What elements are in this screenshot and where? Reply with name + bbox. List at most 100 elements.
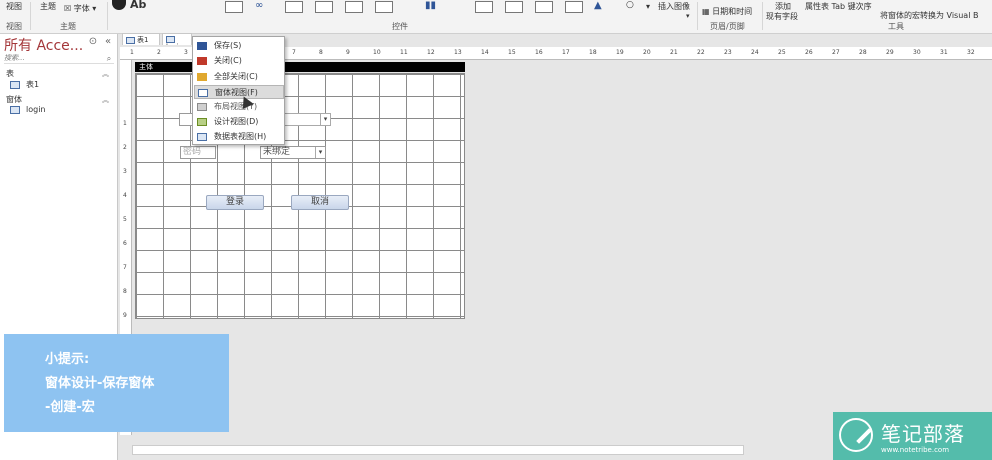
ruler-tick-label: 26 — [805, 49, 813, 56]
list-control-icon[interactable] — [345, 1, 363, 13]
nav-category-tables[interactable]: 表 — [6, 68, 14, 79]
more-controls-chevron-icon[interactable]: ▾ — [646, 2, 650, 11]
nav-pane-title[interactable]: 所有 Acce... — [4, 35, 83, 55]
table-icon — [10, 80, 20, 89]
ribbon-separator — [762, 2, 763, 30]
menu-item-label: 关闭(C) — [214, 56, 242, 65]
date-time-button[interactable]: ▦ 日期和时间 — [702, 6, 752, 17]
tab-control-icon[interactable] — [285, 1, 303, 13]
nav-menu-icon[interactable]: ⊙ — [88, 37, 98, 47]
nav-item-label: login — [26, 105, 46, 114]
ruler-tick-label: 1 — [130, 49, 134, 56]
ruler-tick-label: 27 — [832, 49, 840, 56]
menu-item-close[interactable]: 关闭(C) — [194, 54, 284, 68]
ruler-tick-label: 7 — [292, 49, 296, 56]
tab-context-menu: 保存(S) 关闭(C) 全部关闭(C) 窗体视图(F) 布局视图(Y) 设计视图… — [192, 36, 285, 145]
ruler-tick-label: 10 — [373, 49, 381, 56]
insert-image-dropdown-icon[interactable]: ▾ — [686, 12, 690, 20]
password-combo[interactable]: 未绑定 ▾ — [260, 146, 326, 159]
menu-item-label: 全部关闭(C) — [214, 72, 258, 81]
combo-control-icon[interactable] — [315, 1, 333, 13]
menu-item-save[interactable]: 保存(S) — [194, 39, 284, 53]
search-icon[interactable]: ⌕ — [104, 54, 114, 64]
ruler-tick-label: 32 — [967, 49, 975, 56]
cancel-button[interactable]: 取消 — [291, 195, 349, 210]
ruler-tick-label: 30 — [913, 49, 921, 56]
login-button[interactable]: 登录 — [206, 195, 264, 210]
ruler-tick-label: 8 — [319, 49, 323, 56]
ruler-tick-label: 22 — [697, 49, 705, 56]
ruler-tick-label: 7 — [123, 264, 127, 271]
textbox-tool-icon[interactable]: Ab — [130, 0, 146, 11]
chevron-down-icon[interactable]: ▾ — [320, 114, 330, 125]
menu-item-form-view[interactable]: 窗体视图(F) — [194, 85, 284, 99]
ruler-tick-label: 24 — [751, 49, 759, 56]
ruler-tick-label: 11 — [400, 49, 408, 56]
ribbon-separator — [30, 2, 31, 30]
option-control-icon[interactable] — [565, 1, 583, 13]
tools-group-label: 工具 — [888, 22, 904, 31]
font-button[interactable]: ☒ 字体 ▾ — [64, 3, 96, 14]
collapse-pane-icon[interactable]: « — [103, 37, 113, 47]
font-icon: ☒ — [64, 4, 72, 13]
ruler-tick-label: 9 — [346, 49, 350, 56]
menu-item-label: 保存(S) — [214, 41, 242, 50]
nav-search-input[interactable]: 搜索... — [4, 53, 114, 64]
ribbon-separator — [697, 2, 698, 30]
horizontal-scrollbar[interactable] — [132, 445, 744, 455]
chevron-up-icon[interactable]: ︽ — [102, 69, 109, 79]
watermark: 笔记部落 www.notetribe.com — [833, 412, 992, 460]
layout-view-icon — [197, 103, 207, 111]
menu-item-label: 数据表视图(H) — [214, 132, 267, 141]
ruler-tick-label: 1 — [123, 120, 127, 127]
form-icon — [166, 35, 175, 43]
button-control-icon[interactable] — [225, 1, 243, 13]
attachment-control-icon[interactable]: ▲ — [594, 0, 602, 11]
tab-label: login — [166, 43, 183, 45]
ruler-tick-label: 31 — [940, 49, 948, 56]
nav-item-table1[interactable]: 表1 — [10, 79, 110, 91]
form-design-grid[interactable]: ▾ 密码 未绑定 ▾ 登录 取消 — [135, 73, 465, 319]
add-existing-fields-line2[interactable]: 现有字段 — [766, 11, 798, 22]
insert-image-button[interactable]: 插入图像 — [658, 1, 690, 12]
view-group-label: 视图 — [6, 22, 22, 31]
chevron-up-icon[interactable]: ︽ — [102, 95, 109, 105]
menu-item-close-all[interactable]: 全部关闭(C) — [194, 70, 284, 84]
tab-table1[interactable]: 表1 — [122, 33, 160, 45]
view-button[interactable]: 视图 — [6, 1, 22, 12]
nav-category-forms[interactable]: 窗体 — [6, 94, 22, 105]
chevron-down-icon[interactable]: ▾ — [315, 147, 325, 158]
password-field[interactable]: 密码 — [180, 146, 216, 159]
ruler-tick-label: 9 — [123, 312, 127, 319]
design-view-icon — [197, 118, 207, 126]
save-icon — [197, 42, 207, 50]
ruler-tick-label: 15 — [508, 49, 516, 56]
property-sheet-button[interactable]: 属性表 Tab 键次序 — [805, 1, 872, 12]
chart-control-icon[interactable] — [375, 1, 393, 13]
detail-section-bar[interactable]: 主体 — [135, 62, 465, 72]
tip-title: 小提示: — [45, 352, 90, 367]
line-control-icon[interactable] — [475, 1, 493, 13]
form-icon — [10, 105, 20, 114]
menu-item-datasheet-view[interactable]: 数据表视图(H) — [194, 130, 284, 144]
menu-item-label: 设计视图(D) — [214, 117, 259, 126]
date-time-label: 日期和时间 — [712, 7, 753, 16]
select-tool-icon[interactable] — [112, 0, 126, 10]
ruler-tick-label: 3 — [184, 49, 188, 56]
font-label: 字体 — [73, 4, 90, 13]
tab-login[interactable]: login — [162, 33, 192, 45]
nav-item-login-form[interactable]: login — [10, 105, 110, 117]
ruler-tick-label: 3 — [123, 168, 127, 175]
ruler-tick-label: 18 — [589, 49, 597, 56]
ruler-tick-label: 12 — [427, 49, 435, 56]
ruler-tick-label: 20 — [643, 49, 651, 56]
ruler-tick-label: 25 — [778, 49, 786, 56]
hyperlink-control-icon[interactable]: ∞ — [255, 0, 263, 11]
menu-item-design-view[interactable]: 设计视图(D) — [194, 115, 284, 129]
rectangle-control-icon[interactable] — [505, 1, 523, 13]
toggle-control-icon[interactable] — [535, 1, 553, 13]
theme-button[interactable]: 主题 — [40, 1, 56, 12]
unbound-object-icon[interactable]: ○ — [626, 0, 634, 10]
convert-macros-button[interactable]: 将窗体的宏转换为 Visual B — [880, 10, 978, 21]
bar-chart-icon[interactable]: ▮▮ — [425, 0, 436, 11]
